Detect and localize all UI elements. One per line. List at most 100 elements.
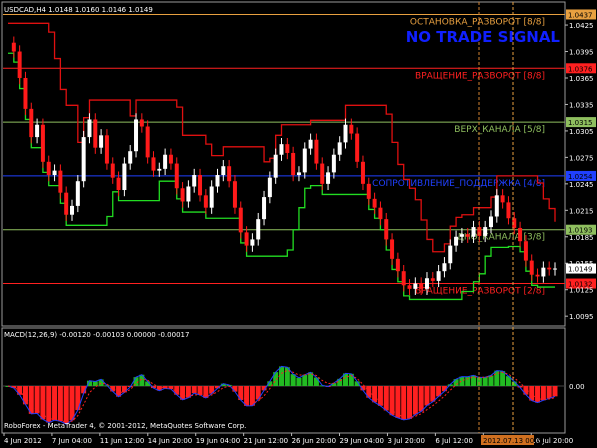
candle-up	[256, 219, 261, 240]
price-tick-label: 1.0305	[569, 128, 594, 136]
candle-down	[395, 258, 400, 272]
candle-up	[192, 175, 197, 187]
candle-down	[314, 139, 319, 164]
candle-down	[23, 77, 28, 109]
time-tick-label: 3 Jul 20:00	[387, 437, 425, 445]
macd-histogram-bar	[296, 377, 302, 386]
time-tick-label: 7 Jun 04:00	[52, 437, 92, 445]
time-highlight-label: 2012.07.13 00:00	[483, 437, 545, 445]
time-tick-label: 29 Jun 04:00	[340, 437, 384, 445]
candle-down	[64, 192, 69, 215]
price-tick-label: 1.0365	[569, 75, 594, 83]
macd-histogram-bar	[418, 386, 424, 412]
macd-histogram-bar	[191, 386, 197, 394]
macd-histogram-bar	[552, 386, 558, 397]
candle-up	[337, 142, 342, 155]
time-tick-label: 4 Jun 2012	[4, 437, 42, 445]
macd-histogram-bar	[535, 386, 541, 403]
candle-up	[215, 175, 220, 187]
candle-up	[128, 151, 133, 164]
candle-down	[40, 124, 45, 162]
candle-down	[139, 119, 144, 127]
candle-up	[99, 135, 104, 148]
candle-down	[535, 274, 540, 277]
candle-up	[157, 168, 162, 171]
candle-up	[163, 154, 168, 169]
price-tick-label: 1.0185	[569, 234, 594, 242]
candle-down	[46, 161, 51, 176]
level-price-value: 1.0437	[568, 11, 593, 19]
candle-down	[384, 219, 389, 240]
candle-up	[186, 186, 191, 202]
macd-label: MACD(12,26,9) -0.00120 -0.00103 0.00000 …	[4, 331, 189, 339]
candle-down	[430, 278, 435, 281]
candle-down	[168, 154, 173, 164]
candle-down	[198, 175, 203, 196]
candle-up	[134, 119, 139, 152]
candle-up	[454, 236, 459, 246]
candle-up	[488, 216, 493, 228]
candle-down	[320, 163, 325, 184]
candle-down	[174, 163, 179, 189]
candle-down	[17, 51, 22, 78]
macd-histogram-bar	[57, 386, 63, 422]
chart-canvas[interactable]: ОСТАНОВКА_РАЗВОРОТ [8/8] 1.0437 ВРАЩЕНИЕ_Р…	[0, 0, 597, 448]
price-tick-label: 1.0125	[569, 287, 594, 295]
candle-up	[262, 197, 267, 220]
macd-histogram-bar	[488, 375, 494, 386]
time-tick-label: 14 Jun 20:00	[148, 437, 192, 445]
macd-histogram-bar	[465, 376, 471, 386]
candle-down	[93, 119, 98, 148]
level-label: ДНО_КАНАЛА [3/8]	[457, 233, 545, 243]
level-label: СОПРОТИВЛЕНИЕ_ПОДДЕРЖКА [4/8]	[372, 179, 545, 189]
candle-up	[436, 271, 441, 281]
candle-down	[523, 241, 528, 261]
candle-down	[529, 260, 534, 275]
price-tick-label: 1.0275	[569, 154, 594, 162]
candle-down	[285, 144, 290, 153]
level-price-value: 1.0376	[568, 65, 593, 73]
signal-status: NO TRADE SIGNAL	[406, 28, 561, 46]
candle-down	[407, 285, 412, 289]
candle-up	[494, 195, 499, 217]
candle-down	[116, 177, 121, 191]
macd-histogram-bar	[424, 386, 430, 406]
candle-down	[244, 232, 249, 246]
macd-histogram-bar	[52, 386, 58, 421]
candle-up	[459, 234, 464, 237]
macd-histogram-bar	[482, 377, 488, 386]
candle-up	[308, 139, 313, 149]
candle-down	[372, 198, 377, 208]
macd-histogram-bar	[412, 386, 418, 415]
candle-down	[203, 195, 208, 208]
candle-down	[401, 271, 406, 286]
level-label: ОСТАНОВКА_РАЗВОРОТ [8/8]	[410, 17, 545, 27]
macd-histogram-bar	[389, 386, 395, 416]
price-tick-label: 1.0395	[569, 49, 594, 57]
macd-histogram-bar	[34, 386, 40, 414]
candle-down	[355, 133, 360, 162]
candle-down	[506, 202, 511, 219]
price-tick-label: 1.0215	[569, 207, 594, 215]
candle-up	[52, 170, 57, 176]
time-tick-label: 26 Jun 20:00	[292, 437, 336, 445]
candle-up	[448, 245, 453, 264]
time-tick-label: 21 Jun 12:00	[244, 437, 288, 445]
candle-down	[360, 161, 365, 184]
macd-histogram-bar	[540, 386, 546, 401]
macd-histogram-bar	[40, 386, 46, 420]
candle-up	[413, 283, 418, 289]
macd-histogram-bar	[401, 386, 407, 420]
candle-up	[424, 278, 429, 289]
macd-histogram-bar	[28, 386, 34, 414]
candle-down	[104, 135, 109, 164]
candle-up	[279, 144, 284, 155]
candle-up	[87, 119, 92, 138]
macd-histogram-bar	[430, 386, 436, 402]
candle-down	[390, 239, 395, 259]
candle-down	[378, 207, 383, 220]
candle-up	[273, 154, 278, 178]
candle-down	[180, 188, 185, 202]
price-tick-label: 1.0425	[569, 22, 594, 30]
time-tick-label: 19 Jun 04:00	[196, 437, 240, 445]
